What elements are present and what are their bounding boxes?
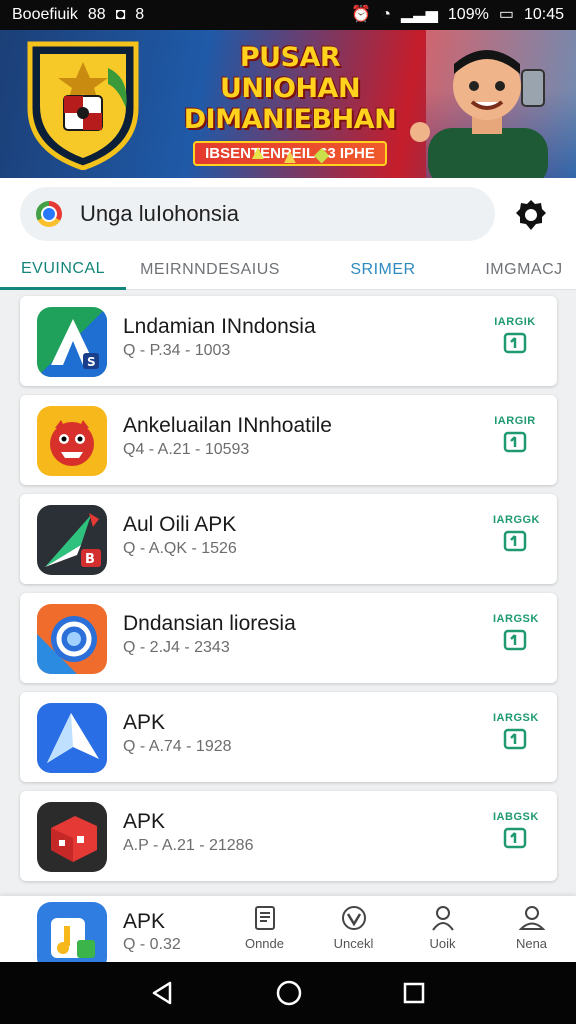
install-label: IARGSK <box>493 712 539 724</box>
system-nav-bar <box>0 962 576 1024</box>
install-button[interactable]: IARGSK <box>493 712 539 755</box>
install-button[interactable]: IARGIR <box>493 415 537 458</box>
app-meta: Q - A.QK - 1526 <box>123 540 237 557</box>
download-icon <box>503 332 527 354</box>
wifi-icon: ◔ <box>381 6 391 23</box>
bottom-nav: Onnde Uncekl Uoik Nena <box>220 896 576 962</box>
back-icon[interactable] <box>150 980 176 1006</box>
status-carrier-text: Booefiuik <box>12 6 78 23</box>
app-name: Dndansian lioresia <box>123 612 296 635</box>
nav-label: Uoik <box>429 936 456 951</box>
app-name: Aul Oili APK <box>123 513 237 536</box>
app-list-item[interactable]: S Lndamian INndonsia Q - P.34 - 1003 IAR… <box>20 296 557 386</box>
shield-check-icon <box>341 906 366 930</box>
recents-icon[interactable] <box>402 981 426 1005</box>
nav-item-uoik[interactable]: Uoik <box>398 896 487 962</box>
svg-text:S: S <box>87 355 96 369</box>
profile-icon <box>518 906 545 930</box>
install-label: IARGSK <box>493 613 539 625</box>
garuda-emblem-icon <box>27 41 139 170</box>
app-name: Ankeluailan INnhoatile <box>123 414 332 437</box>
document-icon <box>254 906 275 930</box>
nav-item-nena[interactable]: Nena <box>487 896 576 962</box>
status-right: ⏰ ◔ ▂▃▅ 109% ▭ 10:45 <box>351 6 564 24</box>
tab-evuincal[interactable]: EVUINCAL <box>0 250 126 290</box>
download-icon <box>503 827 527 849</box>
app-list-item[interactable]: APK Q - 0.32 <box>20 896 220 972</box>
home-icon[interactable] <box>275 979 303 1007</box>
banner-title-line2: DIMANIEBHAN <box>183 104 397 135</box>
app-name: APK <box>123 810 166 833</box>
notification-icon: 88 <box>87 6 106 23</box>
search-input[interactable]: Unga luIohonsia <box>80 201 239 227</box>
confetti-icon: ▲ <box>280 146 300 168</box>
app-meta: Q - P.34 - 1003 <box>123 342 231 359</box>
nav-label: Onnde <box>244 936 285 951</box>
red-monster-icon <box>37 406 107 476</box>
install-label: IARGIR <box>494 415 536 427</box>
app-list-item[interactable]: APK A.P - A.21 - 21286 IABGSK <box>20 791 557 881</box>
tab-meirnndesaius[interactable]: MEIRNNDESAIUS <box>126 250 294 290</box>
install-button[interactable]: IARGSK <box>493 613 539 656</box>
tab-imgmacj[interactable]: IMGMACJ <box>472 250 576 290</box>
download-icon <box>503 431 527 453</box>
shield-status-icon: 8 <box>135 6 145 23</box>
app-meta: Q4 - A.21 - 10593 <box>123 441 250 458</box>
app-list: S Lndamian INndonsia Q - P.34 - 1003 IAR… <box>20 296 557 890</box>
app-name: APK <box>123 711 166 734</box>
message-icon: ◘ <box>115 6 126 23</box>
confetti-icon: ◆ <box>314 144 330 166</box>
install-button[interactable]: IARGIK <box>493 316 537 359</box>
app-list-item[interactable]: B Aul Oili APK Q - A.QK - 1526 IARGGK <box>20 494 557 584</box>
nav-item-uncekl[interactable]: Uncekl <box>309 896 398 962</box>
download-icon <box>503 629 527 651</box>
app-name: Lndamian INndonsia <box>123 315 316 338</box>
install-label: IARGIK <box>494 316 536 328</box>
category-tabs: EVUINCAL MEIRNNDESAIUS SRIMER IMGMACJ <box>0 250 576 290</box>
status-bar: Booefiuik 88 ◘ 8 ⏰ ◔ ▂▃▅ 109% ▭ 10:45 <box>0 0 576 30</box>
install-button[interactable]: IABGSK <box>493 811 539 854</box>
app-meta: A.P - A.21 - 21286 <box>123 837 254 854</box>
nav-label: Nena <box>515 936 548 951</box>
promo-banner[interactable]: PUSAR UNIOHAN DIMANIEBHAN IBSENTENREIL 6… <box>0 30 576 178</box>
signal-icon: ▂▃▅ <box>400 6 438 23</box>
banner-title-line1: PUSAR UNIOHAN <box>219 42 361 104</box>
red-cube-icon <box>37 802 107 872</box>
app-meta: Q - 2.J4 - 2343 <box>123 639 230 656</box>
tab-srimer[interactable]: SRIMER <box>294 250 472 290</box>
app-list-item[interactable]: Dndansian lioresia Q - 2.J4 - 2343 IARGS… <box>20 593 557 683</box>
mascot-illustration <box>410 50 548 178</box>
app-meta: Q - A.74 - 1928 <box>123 738 232 755</box>
svg-text:B: B <box>85 552 95 567</box>
person-icon <box>431 906 454 931</box>
nav-label: Uncekl <box>333 936 374 951</box>
install-button[interactable]: IARGGK <box>493 514 540 557</box>
download-icon <box>503 530 527 552</box>
install-label: IABGSK <box>493 811 539 823</box>
blue-arrow-icon <box>37 703 107 773</box>
confetti-icon: ▲ <box>248 142 268 164</box>
download-icon <box>503 728 527 750</box>
app-list-item[interactable]: Ankeluailan INnhoatile Q4 - A.21 - 10593… <box>20 395 557 485</box>
alarm-icon: ⏰ <box>351 6 372 23</box>
battery-icon: ▭ <box>498 6 514 23</box>
app-meta: Q - 0.32 <box>123 936 181 953</box>
dark-arrow-icon: B <box>37 505 107 575</box>
nav-item-onnde[interactable]: Onnde <box>220 896 309 962</box>
battery-percent: 109% <box>447 6 489 23</box>
install-label: IARGGK <box>493 514 540 526</box>
bottom-bar: APK Q - 0.32 Onnde Uncekl Uoik Nena <box>0 896 576 972</box>
search-bar[interactable]: Unga luIohonsia <box>20 187 495 241</box>
chrome-icon <box>36 201 62 227</box>
app-name: APK <box>123 910 166 933</box>
gear-icon[interactable] <box>514 198 548 232</box>
app-list-item[interactable]: APK Q - A.74 - 1928 IARGSK <box>20 692 557 782</box>
circle-orange-icon <box>37 604 107 674</box>
green-blue-arrow-icon: S <box>37 307 107 377</box>
status-left: Booefiuik 88 ◘ 8 <box>12 6 144 24</box>
app-bar: Unga luIohonsia EVUINCAL MEIRNNDESAIUS S… <box>0 178 576 290</box>
clock: 10:45 <box>523 6 564 23</box>
